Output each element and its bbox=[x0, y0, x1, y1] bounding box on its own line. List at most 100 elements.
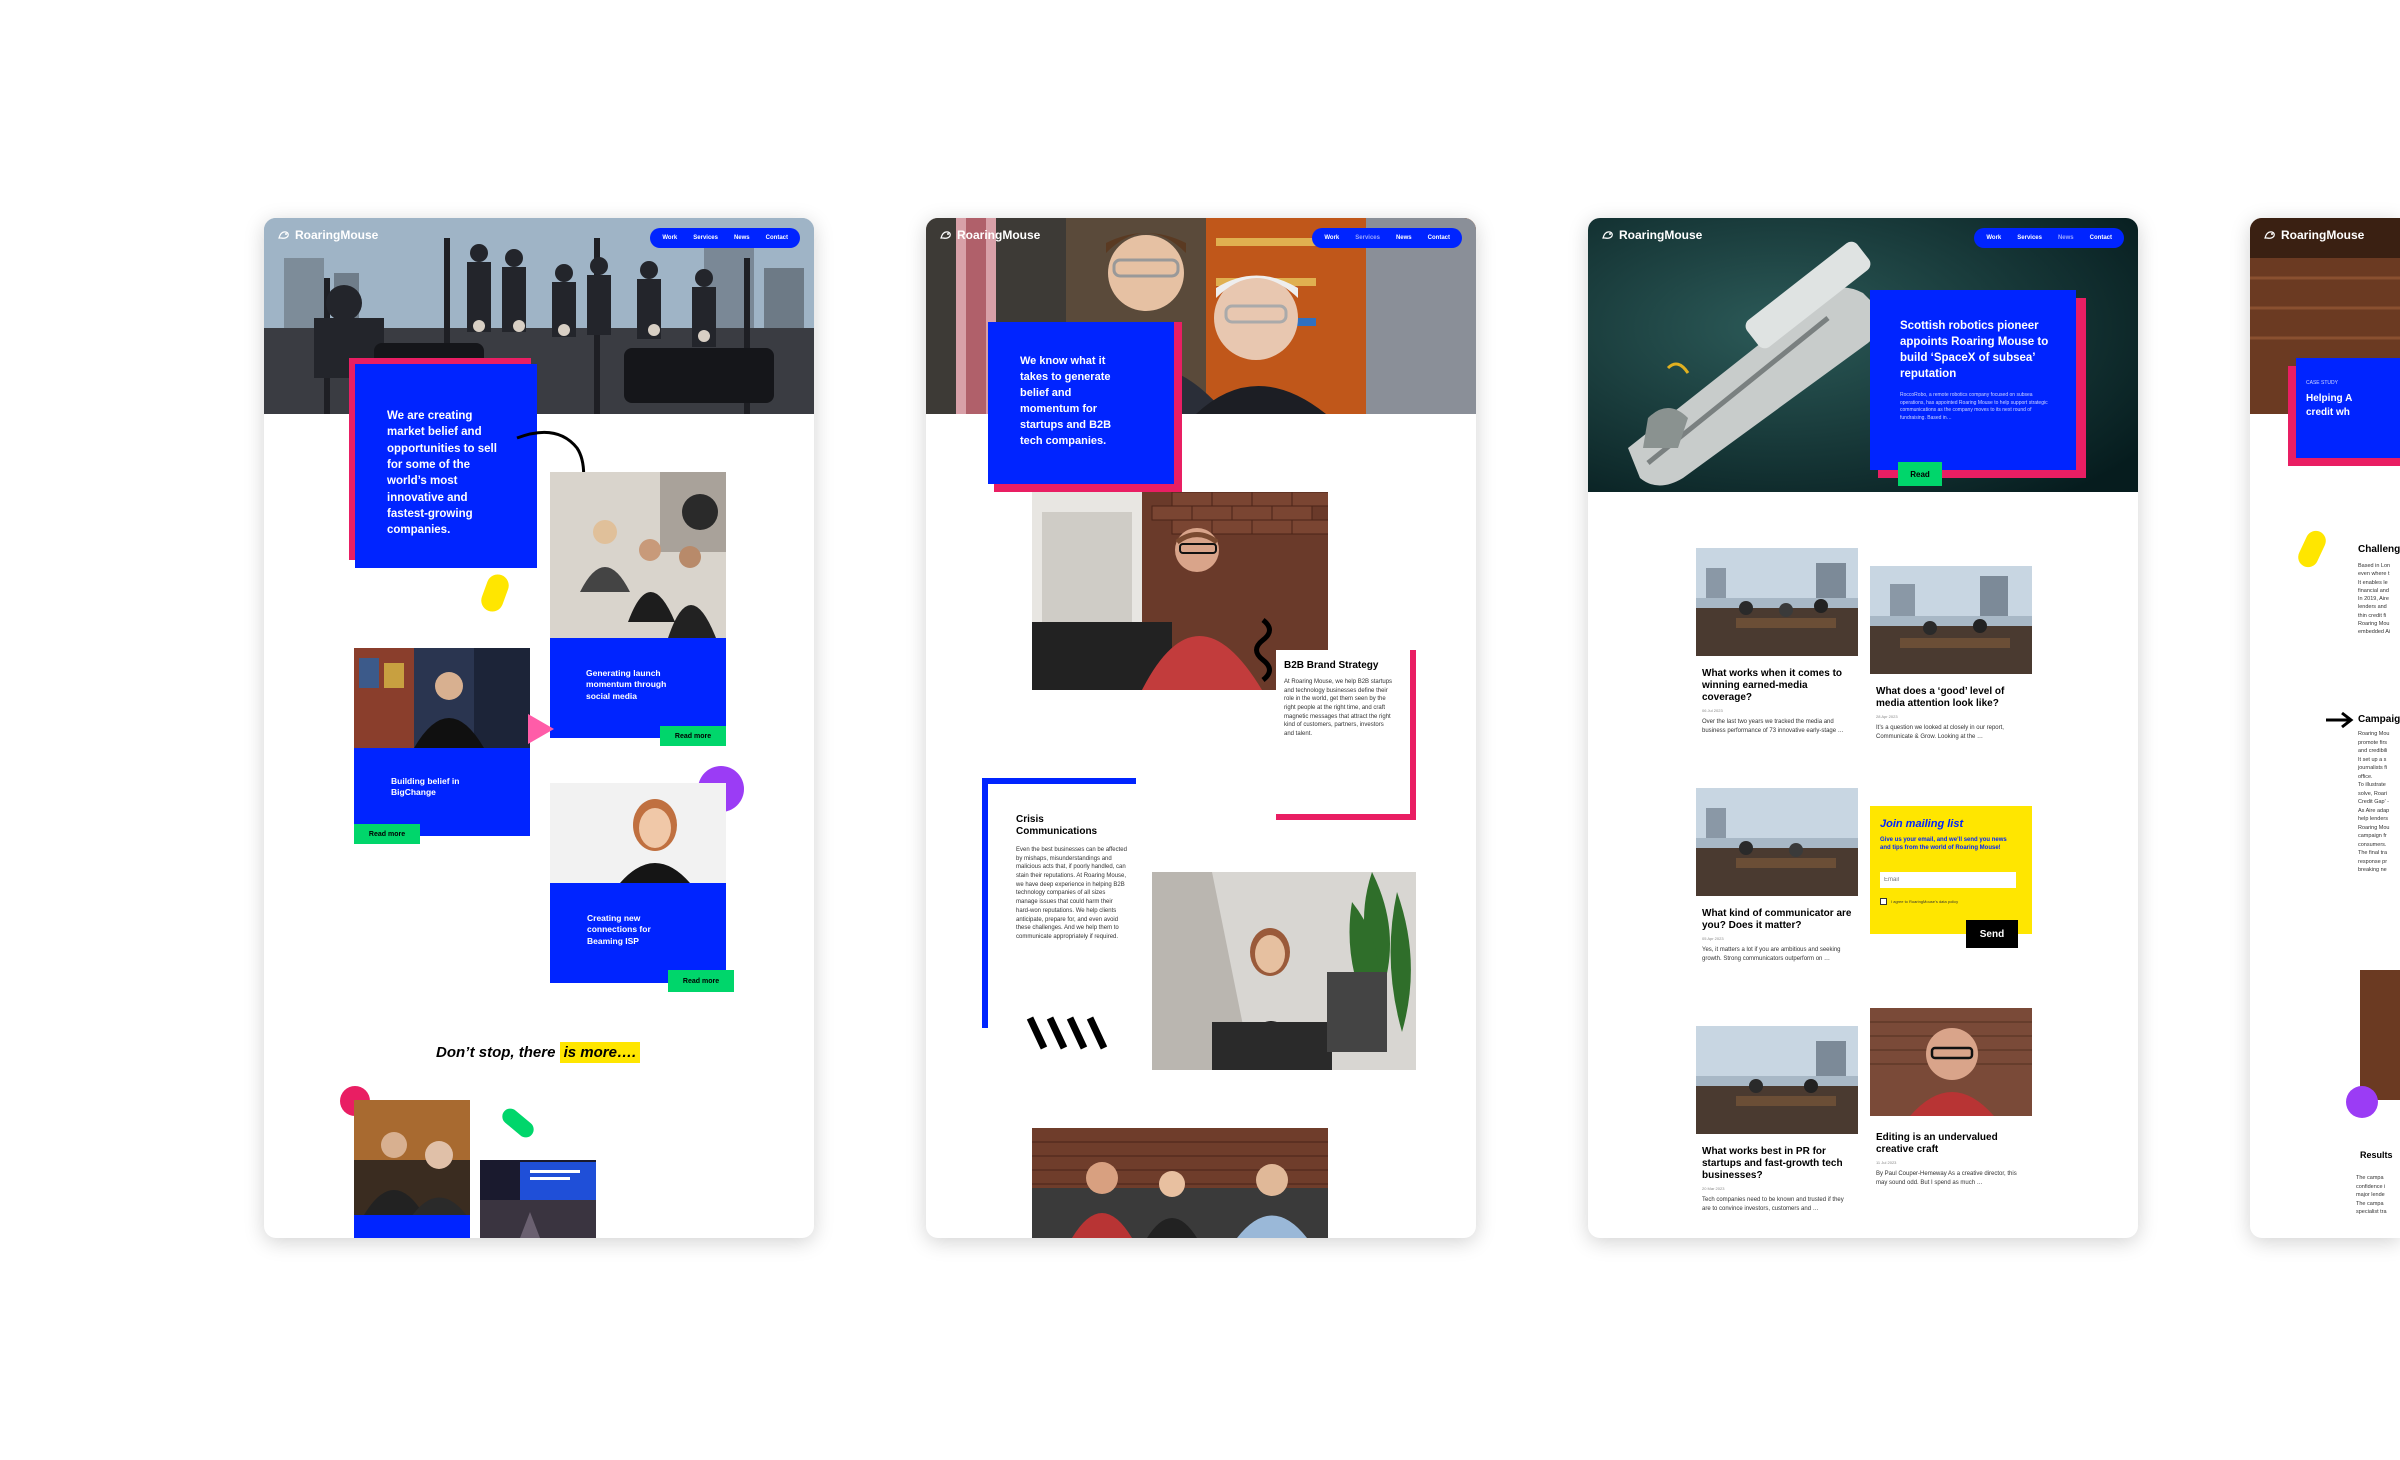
article1-date: 06 Jul 2023 bbox=[1702, 708, 1723, 713]
nav-work[interactable]: Work bbox=[1324, 235, 1339, 241]
article3-photo[interactable] bbox=[1696, 788, 1858, 896]
service1-title: B2B Brand Strategy bbox=[1284, 660, 1379, 671]
article5-body: By Paul Couper-Hemeway As a creative dir… bbox=[1876, 1171, 2017, 1186]
brand-name: RoaringMouse bbox=[1619, 228, 1703, 242]
results-heading: Results bbox=[2360, 1150, 2393, 1160]
consent-checkbox[interactable] bbox=[1880, 898, 1887, 905]
main-nav: Work Services News Contact bbox=[1974, 228, 2124, 248]
case1-title: Generating launch momentum through socia… bbox=[586, 668, 667, 701]
nav-services[interactable]: Services bbox=[2017, 235, 2042, 241]
brand-logo[interactable]: RoaringMouse bbox=[278, 228, 378, 242]
brand-name: RoaringMouse bbox=[2281, 228, 2365, 242]
screen-news: RoaringMouse Work Services News Contact … bbox=[1588, 218, 2138, 1238]
brand-logo[interactable]: RoaringMouse bbox=[2264, 228, 2364, 242]
brand-name: RoaringMouse bbox=[295, 228, 379, 242]
consent-label: I agree to RoaringMouse’s data policy bbox=[1891, 899, 1959, 904]
nav-work[interactable]: Work bbox=[1986, 235, 2001, 241]
mouse-logo-icon bbox=[2264, 231, 2275, 239]
article2-title[interactable]: What does a ‘good’ level of media attent… bbox=[1876, 686, 2026, 710]
email-input[interactable] bbox=[1880, 872, 2016, 888]
service1-card: B2B Brand Strategy At Roaring Mouse, we … bbox=[1276, 650, 1416, 820]
hero-news-body: RoccoRobo, a remote robotics company foc… bbox=[1900, 392, 2048, 421]
service2-title: Crisis Communications bbox=[1016, 814, 1098, 837]
results-text: The campa confidence i major lende The camp… bbox=[2356, 1174, 2400, 1217]
case-study-line: As Aire adap bbox=[2358, 807, 2390, 814]
more-text-b[interactable]: is more…. bbox=[559, 1042, 641, 1063]
case-study-line: promote firs bbox=[2358, 739, 2388, 746]
nav-contact[interactable]: Contact bbox=[766, 235, 788, 241]
brand-logo[interactable]: RoaringMouse bbox=[1602, 228, 1702, 242]
mailing-title: Join mailing list bbox=[1880, 818, 1964, 830]
more-photo-2 bbox=[480, 1160, 596, 1238]
article4-photo[interactable] bbox=[1696, 1026, 1858, 1134]
case-study-line: It enables le bbox=[2358, 579, 2388, 586]
nav-work[interactable]: Work bbox=[662, 235, 677, 241]
yellow-shape bbox=[2294, 527, 2330, 571]
article2-date: 28 Apr 2023 bbox=[1876, 714, 1898, 719]
mouse-logo-icon bbox=[1602, 231, 1613, 239]
yellow-shape bbox=[478, 571, 512, 615]
hero-text-box: CASE STUDY Helping A credit wh bbox=[2296, 358, 2400, 458]
nav-news[interactable]: News bbox=[1396, 235, 1412, 241]
article5-title[interactable]: Editing is an undervalued creative craft bbox=[1876, 1132, 2026, 1156]
article3-date: 05 Apr 2023 bbox=[1702, 936, 1724, 941]
case-study-line: Roaring Mou bbox=[2358, 824, 2390, 831]
brand-logo[interactable]: RoaringMouse bbox=[940, 228, 1040, 242]
case-study-line: The campa bbox=[2356, 1200, 2384, 1207]
article2-photo[interactable] bbox=[1870, 566, 2032, 674]
article5-photo[interactable] bbox=[1870, 1008, 2032, 1116]
nav-contact[interactable]: Contact bbox=[1428, 235, 1450, 241]
case-study-label: CASE STUDY bbox=[2306, 380, 2338, 386]
case2-photo bbox=[354, 648, 530, 748]
nav-news[interactable]: News bbox=[734, 235, 750, 241]
pink-triangle-shape bbox=[528, 714, 554, 744]
case-study-line: Credit Gap' - bbox=[2358, 799, 2390, 806]
case-study-line: response pr bbox=[2358, 858, 2388, 865]
case1-read-more-button[interactable]: Read more bbox=[660, 726, 726, 746]
case2-box[interactable]: Building belief in BigChange bbox=[354, 748, 530, 836]
nav-services[interactable]: Services bbox=[693, 235, 718, 241]
mouse-logo-icon bbox=[940, 231, 951, 239]
case-study-line: help lenders bbox=[2358, 816, 2388, 823]
case3-box[interactable]: Creating new connections for Beaming ISP bbox=[550, 883, 726, 983]
service2-photo bbox=[1152, 872, 1416, 1070]
case-study-line: even where t bbox=[2358, 571, 2390, 578]
case2-read-more-button[interactable]: Read more bbox=[354, 824, 420, 844]
case-study-line: Based in Lon bbox=[2358, 563, 2391, 569]
stripes-shape bbox=[1026, 1016, 1108, 1050]
article1-title[interactable]: What works when it comes to winning earn… bbox=[1702, 668, 1852, 704]
article5-date: 11 Jul 2023 bbox=[1876, 1160, 1897, 1165]
challenge-heading: Challeng bbox=[2358, 544, 2400, 555]
case1-box[interactable]: Generating launch momentum through socia… bbox=[550, 638, 726, 738]
article1-body: Over the last two years we tracked the m… bbox=[1702, 719, 1844, 734]
brand-name: RoaringMouse bbox=[957, 228, 1041, 242]
more-photo-1 bbox=[354, 1100, 470, 1238]
case-study-line: It set up a s bbox=[2358, 756, 2387, 763]
nav-news[interactable]: News bbox=[2058, 235, 2074, 241]
article3-title[interactable]: What kind of communicator are you? Does … bbox=[1702, 908, 1852, 932]
green-shape bbox=[499, 1105, 537, 1141]
nav-services[interactable]: Services bbox=[1355, 235, 1380, 241]
article4-date: 20 Mar 2023 bbox=[1702, 1186, 1725, 1191]
case-study-line: confidence i bbox=[2356, 1183, 2386, 1190]
article4-body: Tech companies need to be known and trus… bbox=[1702, 1197, 1844, 1212]
hero-text-box: We know what it takes to generate belief… bbox=[988, 322, 1174, 484]
case-study-line: solve, Roari bbox=[2358, 790, 2388, 797]
case-study-line: consumers. bbox=[2358, 841, 2387, 848]
article1-photo[interactable] bbox=[1696, 548, 1858, 656]
case3-read-more-button[interactable]: Read more bbox=[668, 970, 734, 992]
send-button[interactable]: Send bbox=[1966, 920, 2018, 948]
consent-row: I agree to RoaringMouse’s data policy bbox=[1880, 898, 1958, 905]
case-study-line: office. bbox=[2358, 773, 2373, 780]
screen-case-study: RoaringMouse CASE STUDY Helping A credit… bbox=[2250, 218, 2400, 1238]
hero-read-button[interactable]: Read bbox=[1898, 462, 1942, 486]
hero-headline: We know what it takes to generate belief… bbox=[1020, 355, 1112, 447]
case-study-line: In 2019, Aire bbox=[2358, 596, 2389, 602]
service2-card: Crisis Communications Even the best busi… bbox=[982, 778, 1136, 1028]
case3-photo bbox=[550, 783, 726, 883]
case-study-line: lenders and bbox=[2358, 604, 2387, 611]
case-study-line: specialist tra bbox=[2356, 1209, 2387, 1216]
article4-title[interactable]: What works best in PR for startups and f… bbox=[1702, 1146, 1852, 1182]
nav-contact[interactable]: Contact bbox=[2090, 235, 2112, 241]
article2-body: It’s a question we looked at closely in … bbox=[1876, 725, 2004, 740]
